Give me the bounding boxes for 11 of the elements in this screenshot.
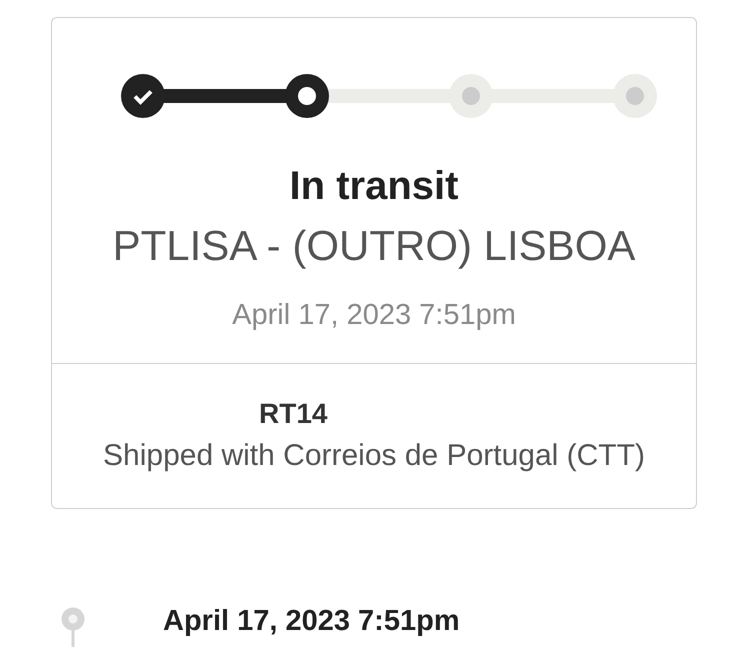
tracking-number: RT14 [259, 397, 328, 431]
event-date: April 17, 2023 7:51pm [163, 604, 460, 639]
dot-circle-icon [613, 74, 657, 118]
dot-circle-icon [285, 74, 329, 118]
location-text: PTLISA - (OUTRO) LISBOA [112, 221, 636, 271]
dot-circle-icon [449, 74, 493, 118]
timestamp-text: April 17, 2023 7:51pm [232, 298, 516, 333]
timeline-marker-icon [61, 607, 85, 647]
check-circle-icon [121, 74, 165, 118]
status-title: In transit [290, 163, 458, 209]
carrier-text: Shipped with Correios de Portugal (CTT) [103, 438, 645, 474]
